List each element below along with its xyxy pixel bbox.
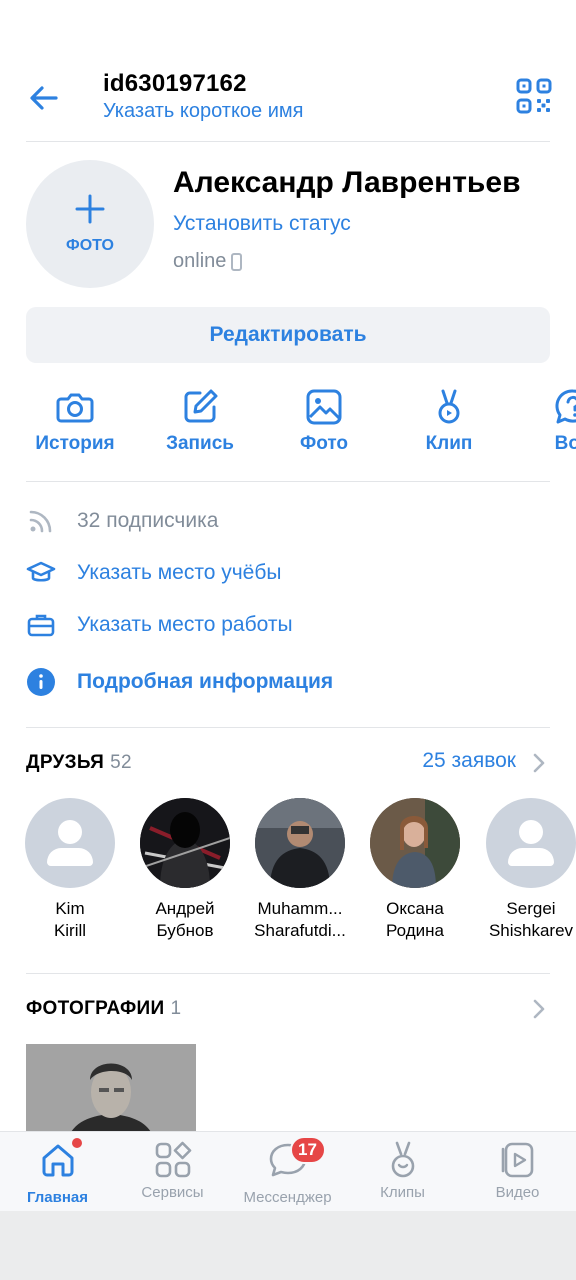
profile-id-title: id630197162 — [103, 70, 247, 97]
back-arrow-icon[interactable] — [26, 80, 62, 116]
action-label: Воп — [554, 433, 576, 454]
quick-actions-row: История Запись Фото Клип Воп — [0, 385, 576, 465]
photos-title: ФОТОГРАФИИ — [26, 998, 165, 1019]
friend-avatar — [140, 798, 230, 888]
divider — [26, 727, 550, 728]
action-label: История — [35, 433, 115, 454]
action-label: Фото — [299, 433, 348, 454]
action-label: Клип — [425, 433, 473, 454]
friends-title: ДРУЗЬЯ — [26, 752, 105, 773]
friends-header[interactable]: ДРУЗЬЯ 52 — [26, 752, 132, 774]
tab-label: Клипы — [380, 1184, 425, 1201]
set-status-link[interactable]: Установить статус — [173, 212, 351, 236]
followers-row[interactable]: 32 подписчика — [26, 505, 218, 537]
work-link: Указать место работы — [77, 613, 293, 636]
action-post[interactable]: Запись — [145, 385, 255, 455]
plus-icon — [75, 193, 105, 229]
tab-label: Мессенджер — [243, 1189, 332, 1206]
tab-label: Главная — [26, 1189, 88, 1206]
photos-header[interactable]: ФОТОГРАФИИ 1 — [26, 998, 181, 1020]
tab-services[interactable]: Сервисы — [115, 1140, 230, 1201]
clip-icon — [438, 389, 460, 424]
tab-home[interactable]: Главная — [0, 1138, 115, 1206]
bottom-tab-bar: Главная Сервисы 17 Мессенджер Клипы Виде… — [0, 1131, 576, 1211]
video-icon — [501, 1142, 533, 1178]
graduation-cap-icon — [26, 561, 56, 582]
friend-name: Андрей Бубнов — [155, 899, 215, 940]
briefcase-icon — [27, 614, 55, 637]
tab-label: Видео — [495, 1184, 540, 1201]
tab-label: Сервисы — [141, 1184, 204, 1201]
edit-icon — [184, 389, 218, 423]
set-short-name-link[interactable]: Указать короткое имя — [103, 100, 303, 123]
online-label: online — [173, 250, 227, 272]
photos-count: 1 — [170, 998, 182, 1019]
friend-item[interactable]: Sergei Shishkarev — [476, 798, 576, 942]
divider — [26, 481, 550, 482]
tab-video[interactable]: Видео — [460, 1140, 575, 1201]
image-icon — [306, 389, 342, 425]
action-question[interactable]: Воп — [518, 385, 576, 455]
friend-requests-link[interactable]: 25 заявок — [422, 749, 516, 773]
friend-avatar — [255, 798, 345, 888]
friends-count: 52 — [110, 752, 132, 773]
tab-messenger[interactable]: 17 Мессенджер — [230, 1136, 345, 1206]
unread-badge: 17 — [289, 1136, 326, 1164]
online-status: online — [173, 250, 243, 273]
edit-profile-button[interactable]: Редактировать — [26, 307, 550, 363]
rss-followers-icon — [29, 510, 52, 533]
details-row[interactable]: Подробная информация — [26, 666, 333, 698]
friend-avatar — [370, 798, 460, 888]
work-row[interactable]: Указать место работы — [26, 609, 293, 641]
clips-icon — [391, 1141, 414, 1178]
top-app-bar: id630197162 Указать короткое имя — [0, 60, 576, 140]
system-navigation-bar — [0, 1211, 576, 1280]
add-photo-avatar[interactable]: ФОТО — [26, 160, 154, 288]
action-label: Запись — [166, 433, 234, 454]
home-icon — [42, 1144, 73, 1177]
profile-name: Александр Лаврентьев — [173, 166, 521, 199]
chevron-right-icon[interactable] — [532, 998, 546, 1020]
friend-name: Muhamm... Sharafutdi... — [254, 899, 346, 940]
notification-dot — [71, 1138, 82, 1148]
photo-thumbnail[interactable] — [26, 1044, 196, 1144]
details-link: Подробная информация — [77, 670, 334, 693]
mobile-phone-icon — [231, 252, 243, 271]
friend-name: Sergei Shishkarev — [488, 899, 574, 940]
chevron-right-icon[interactable] — [532, 752, 546, 774]
divider — [26, 141, 550, 142]
action-story[interactable]: История — [20, 385, 130, 455]
friend-item[interactable]: Kim Kirill — [15, 798, 125, 942]
action-clip[interactable]: Клип — [394, 385, 504, 455]
add-photo-label: ФОТО — [66, 237, 114, 254]
friend-name: Оксана Родина — [386, 899, 444, 940]
default-avatar-icon — [25, 798, 115, 888]
action-photo[interactable]: Фото — [269, 385, 379, 455]
question-icon — [555, 389, 576, 424]
friend-item[interactable]: Андрей Бубнов — [130, 798, 240, 942]
followers-count: 32 подписчика — [77, 509, 219, 532]
services-icon — [155, 1141, 191, 1178]
education-link: Указать место учёбы — [77, 561, 282, 584]
divider — [26, 973, 550, 974]
education-row[interactable]: Указать место учёбы — [26, 557, 281, 589]
camera-icon — [56, 393, 94, 423]
default-avatar-icon — [486, 798, 576, 888]
friend-item[interactable]: Muhamm... Sharafutdi... — [245, 798, 355, 942]
friend-item[interactable]: Оксана Родина — [360, 798, 470, 942]
info-icon — [27, 668, 55, 696]
tab-clips[interactable]: Клипы — [345, 1140, 460, 1201]
friend-name: Kim Kirill — [53, 899, 87, 940]
qr-code-icon[interactable] — [516, 78, 552, 114]
